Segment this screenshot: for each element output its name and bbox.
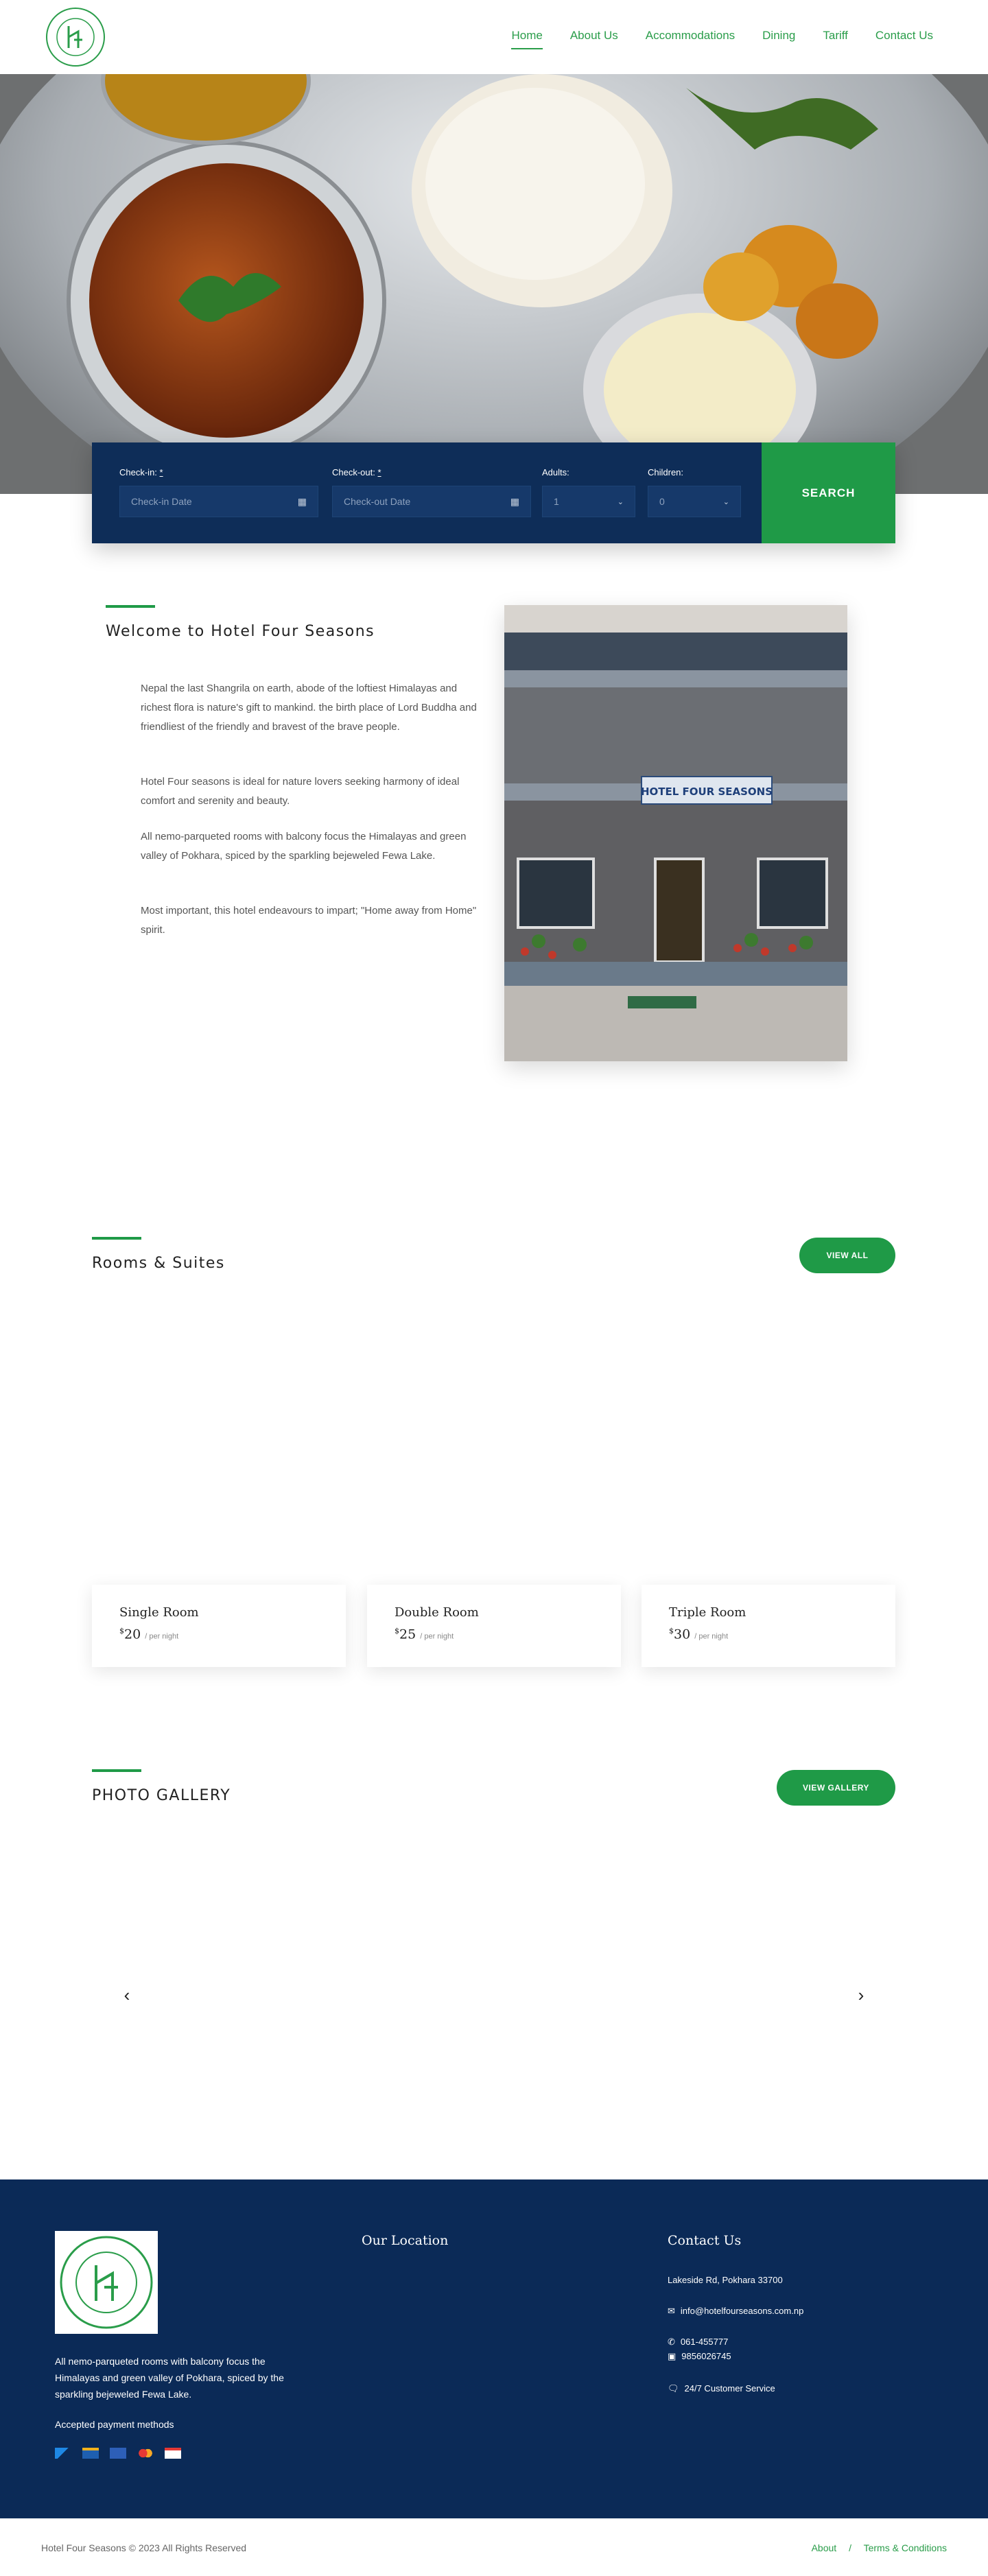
hero-slider xyxy=(0,74,988,494)
adults-field: Adults: 1 ⌄ xyxy=(542,467,635,517)
checkin-placeholder: Check-in Date xyxy=(131,496,192,507)
contact-title: Contact Us xyxy=(668,2233,742,2248)
children-value: 0 xyxy=(659,496,665,507)
terms-link[interactable]: Terms & Conditions xyxy=(864,2542,947,2553)
required-mark: * xyxy=(377,467,381,477)
view-gallery-button[interactable]: VIEW GALLERY xyxy=(777,1770,895,1806)
welcome-paragraph-4: Most important, this hotel endeavours to… xyxy=(141,905,477,936)
checkin-input[interactable]: Check-in Date ▦ xyxy=(119,486,318,517)
nav-tariff[interactable]: Tariff xyxy=(823,29,848,43)
room-price: $25 / per night xyxy=(395,1627,454,1642)
bank-card-icon xyxy=(82,2448,99,2459)
chat-icon: 🗨 xyxy=(668,2383,679,2394)
room-price: $30 / per night xyxy=(669,1627,729,1642)
about-link[interactable]: About xyxy=(812,2542,837,2553)
fax-icon: ▣ xyxy=(668,2351,677,2361)
chevron-left-icon[interactable]: ‹ xyxy=(117,1985,137,2005)
nav-contact-us[interactable]: Contact Us xyxy=(875,29,933,43)
adults-label: Adults: xyxy=(542,467,569,477)
nav-home[interactable]: Home xyxy=(511,29,543,49)
room-card[interactable]: Single Room $20 / per night xyxy=(92,1585,346,1667)
room-card[interactable]: Double Room $25 / per night xyxy=(367,1585,621,1667)
hotel-building-photo: HOTEL FOUR SEASONS xyxy=(504,605,847,1061)
search-button[interactable]: SEARCH xyxy=(762,442,895,543)
welcome-accent-line xyxy=(106,605,155,608)
bottom-bar: Hotel Four Seasons © 2023 All Rights Res… xyxy=(0,2518,988,2576)
footer-email[interactable]: info@hotelfourseasons.com.np xyxy=(681,2303,803,2319)
payment-methods xyxy=(55,2448,181,2459)
main-nav: Home About Us Accommodations Dining Tari… xyxy=(484,29,933,49)
booking-form: Check-in: * Check-in Date ▦ Check-out: *… xyxy=(92,442,895,543)
chevron-right-icon[interactable]: › xyxy=(851,1985,871,2005)
room-price: $20 / per night xyxy=(119,1627,179,1642)
location-title: Our Location xyxy=(362,2233,449,2248)
chevron-down-icon: ⌄ xyxy=(617,497,624,506)
footer-email-row[interactable]: ✉ info@hotelfourseasons.com.np xyxy=(668,2303,803,2319)
credit-card-icon xyxy=(165,2448,181,2459)
welcome-title: Welcome to Hotel Four Seasons xyxy=(106,623,375,640)
paypal-icon xyxy=(55,2448,71,2459)
footer-service: 24/7 Customer Service xyxy=(684,2383,775,2394)
checkout-label: Check-out: xyxy=(332,467,375,477)
gallery-accent-line xyxy=(92,1769,141,1772)
children-label: Children: xyxy=(648,467,684,477)
footer-address: Lakeside Rd, Pokhara 33700 xyxy=(668,2275,783,2285)
adults-value: 1 xyxy=(554,496,559,507)
hero-food-image xyxy=(0,74,988,494)
footer-logo xyxy=(55,2231,158,2334)
calendar-icon[interactable]: ▦ xyxy=(510,496,519,508)
required-mark: * xyxy=(159,467,163,477)
footer-mobile-row[interactable]: ▣ 9856026745 xyxy=(668,2348,731,2365)
checkout-field: Check-out: * Check-out Date ▦ xyxy=(332,467,531,517)
children-field: Children: 0 ⌄ xyxy=(648,467,741,517)
room-name: Double Room xyxy=(395,1605,479,1620)
rooms-title: Rooms & Suites xyxy=(92,1255,225,1272)
nav-accommodations[interactable]: Accommodations xyxy=(646,29,735,43)
hotel-logo[interactable] xyxy=(44,5,107,69)
adults-select[interactable]: 1 ⌄ xyxy=(542,486,635,517)
footer-mobile[interactable]: 9856026745 xyxy=(681,2348,731,2365)
payment-label: Accepted payment methods xyxy=(55,2419,174,2430)
welcome-paragraph-1: Nepal the last Shangrila on earth, abode… xyxy=(141,683,477,733)
chevron-down-icon: ⌄ xyxy=(722,497,729,506)
nav-about-us[interactable]: About Us xyxy=(570,29,618,43)
nav-dining[interactable]: Dining xyxy=(762,29,795,43)
welcome-paragraph-3: All nemo-parqueted rooms with balcony fo… xyxy=(141,831,467,862)
site-header: Home About Us Accommodations Dining Tari… xyxy=(0,0,988,74)
rooms-accent-line xyxy=(92,1237,141,1240)
calendar-icon[interactable]: ▦ xyxy=(298,496,307,508)
link-separator: / xyxy=(849,2542,851,2553)
hotel-sign-text: HOTEL FOUR SEASONS xyxy=(641,785,773,798)
room-name: Triple Room xyxy=(669,1605,746,1620)
footer-about-text: All nemo-parqueted rooms with balcony fo… xyxy=(55,2356,284,2400)
envelope-icon: ✉ xyxy=(668,2306,675,2316)
checkin-field: Check-in: * Check-in Date ▦ xyxy=(119,467,318,517)
room-card[interactable]: Triple Room $30 / per night xyxy=(642,1585,895,1667)
checkout-placeholder: Check-out Date xyxy=(344,496,411,507)
children-select[interactable]: 0 ⌄ xyxy=(648,486,741,517)
bottom-links: About / Terms & Conditions xyxy=(812,2542,947,2553)
mastercard-icon xyxy=(137,2448,154,2459)
checkin-label: Check-in: xyxy=(119,467,157,477)
room-name: Single Room xyxy=(119,1605,199,1620)
footer-service-row: 🗨 24/7 Customer Service xyxy=(668,2380,775,2397)
checkout-input[interactable]: Check-out Date ▦ xyxy=(332,486,531,517)
welcome-paragraph-2: Hotel Four seasons is ideal for nature l… xyxy=(141,776,460,807)
view-all-button[interactable]: VIEW ALL xyxy=(799,1238,895,1273)
site-footer: All nemo-parqueted rooms with balcony fo… xyxy=(0,2179,988,2518)
copyright-text: Hotel Four Seasons © 2023 All Rights Res… xyxy=(41,2542,247,2553)
gallery-title: PHOTO GALLERY xyxy=(92,1787,231,1804)
visa-icon xyxy=(110,2448,126,2459)
